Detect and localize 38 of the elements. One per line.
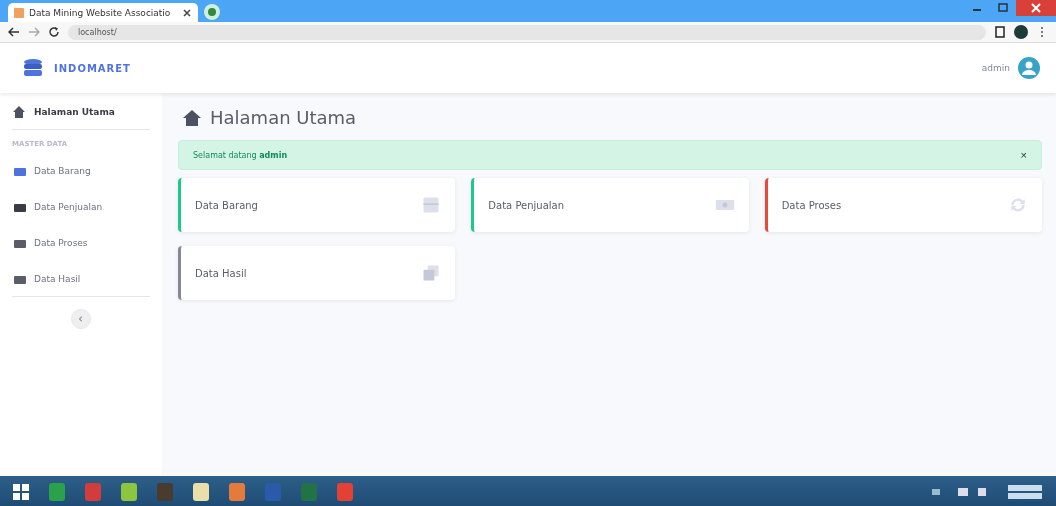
box-icon [421,195,442,215]
summary-card[interactable]: Data Proses [764,178,1042,232]
user-avatar-icon[interactable] [1018,57,1040,79]
close-icon[interactable] [182,7,192,18]
sidebar-item[interactable]: Halaman Utama [12,93,150,129]
summary-card[interactable]: Data Penjualan [471,178,749,232]
sidebar-item[interactable]: Data Barang [12,152,150,188]
page-title: Halaman Utama [210,107,357,128]
alert-message: Selamat datang admin [193,150,288,160]
sidebar-item[interactable]: Data Penjualan [12,188,150,224]
card-label: Data Hasil [195,267,247,279]
reload-icon[interactable] [48,26,60,38]
profile-icon[interactable] [1014,25,1028,39]
summary-card[interactable]: Data Barang [178,178,456,232]
browser-tab[interactable]: Data Mining Website Associatio [8,3,198,22]
card-label: Data Barang [195,199,258,211]
copy-icon [421,263,442,283]
chevron-left-icon [78,315,84,323]
sidebar-item[interactable]: Data Proses [12,224,150,260]
user-name[interactable]: admin [981,63,1010,73]
logo-icon [22,57,44,79]
alert-close-button[interactable]: × [1020,149,1027,161]
close-window-icon[interactable] [1016,0,1056,16]
card-label: Data Penjualan [488,199,565,211]
sidebar-item[interactable]: Data Hasil [12,260,150,296]
sidebar-toggle-button[interactable] [71,309,91,329]
new-tab-icon[interactable] [204,4,220,20]
summary-card[interactable]: Data Hasil [178,246,456,300]
extension-icon[interactable] [994,26,1006,38]
tab-title: Data Mining Website Associatio [29,7,171,18]
card-label: Data Proses [781,199,842,211]
address-bar[interactable]: localhost/ [68,24,986,40]
page-icon [14,7,24,18]
home-icon [182,108,202,127]
forward-icon[interactable] [28,26,40,38]
home-icon [12,105,26,119]
brand-name[interactable]: INDOMARET [54,62,131,74]
back-icon[interactable] [8,26,20,38]
